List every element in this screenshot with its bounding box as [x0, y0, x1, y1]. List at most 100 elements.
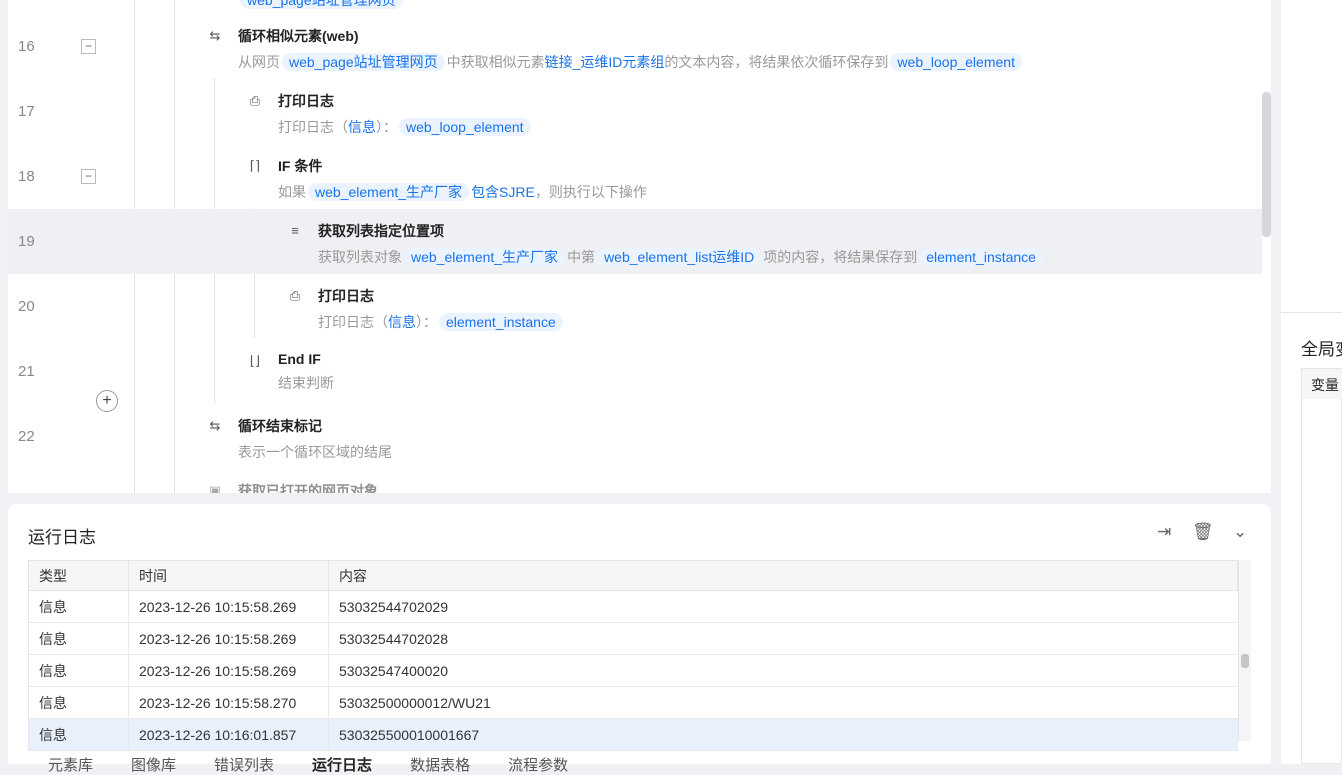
desc-text: 项的内容，将结果保存到 [763, 249, 918, 265]
step-title: 打印日志 [318, 288, 374, 304]
print-log-icon: ⎙ [249, 93, 261, 108]
highlight-text: 信息 [348, 119, 376, 135]
log-row[interactable]: 信息 2023-12-26 10:15:58.270 53032500000012/… [28, 686, 1238, 719]
flow-step-row[interactable]: 16 − ⇆ 循环相似元素(web) 从网页 web_page站址管理网页 中获取相似元素链… [8, 14, 1262, 79]
loop-end-icon: ⇆ [209, 418, 221, 433]
log-type: 信息 [28, 590, 129, 623]
web-page-icon: ▣ [208, 483, 222, 493]
log-time: 2023-12-26 10:15:58.269 [128, 590, 329, 623]
desc-text: 中获取相似元素 [446, 54, 545, 70]
print-log-icon: ⎙ [289, 288, 301, 303]
line-number: 19 [18, 233, 35, 250]
step-title: 获取列表指定位置项 [318, 223, 444, 239]
variable-pill[interactable]: web_loop_element [399, 118, 531, 136]
line-number: 21 [18, 363, 35, 380]
tab-3[interactable]: 运行日志 [312, 754, 372, 775]
desc-text: 的文本内容，将结果依次循环保存到 [664, 54, 889, 70]
collapse-button[interactable]: − [81, 39, 96, 54]
list-item-icon: ≡ [291, 223, 299, 238]
line-number: 16 [18, 38, 35, 55]
log-content: 53032544702029 [328, 590, 1238, 623]
log-type: 信息 [28, 622, 129, 655]
highlight-text: 包含SJRE [471, 184, 535, 200]
log-content: 53032547400020 [328, 654, 1238, 687]
flow-step-row[interactable]: 20 ⎙ 打印日志打印日志（信息）： element_instance [8, 274, 1262, 339]
collapse-button[interactable]: − [81, 169, 96, 184]
column-type: 类型 [28, 560, 129, 591]
partial-step: web_page站址管理网页 [238, 0, 405, 10]
tab-1[interactable]: 图像库 [131, 754, 176, 775]
column-time: 时间 [128, 560, 329, 591]
log-table: 类型 时间 内容 信息 2023-12-26 10:15:58.269 530325… [28, 560, 1238, 751]
desc-text: 获取列表对象 [318, 249, 402, 265]
export-icon[interactable]: ⇥ [1157, 522, 1171, 542]
desc-text: 表示一个循环区域的结尾 [238, 444, 392, 460]
line-number: 20 [18, 298, 35, 315]
step-description: 从网页 web_page站址管理网页 中获取相似元素链接_运维ID元素组的文本内容，… [238, 52, 1024, 72]
variable-pill[interactable]: web_element_list运维ID [597, 248, 762, 266]
flow-step-row[interactable]: 18 − ⌈⌉ IF 条件如果 web_element_生产厂家 包含SJRE，则执行以下… [8, 144, 1262, 209]
flow-step-row[interactable]: 22 ⇆ 循环结束标记表示一个循环区域的结尾 [8, 404, 1262, 469]
step-title: 循环结束标记 [238, 418, 322, 434]
tab-0[interactable]: 元素库 [48, 754, 93, 775]
global-variables-title: 全局变 [1301, 340, 1342, 359]
variable-pill[interactable]: element_instance [439, 313, 563, 331]
step-description: 表示一个循环区域的结尾 [238, 442, 392, 462]
column-content: 内容 [328, 560, 1238, 591]
log-scrollbar[interactable] [1238, 560, 1251, 741]
log-content: 53032500000012/WU21 [328, 686, 1238, 719]
if-condition-icon: ⌈⌉ [249, 158, 261, 173]
desc-text: 中第 [567, 249, 596, 265]
log-type: 信息 [28, 654, 129, 687]
run-log-panel: 运行日志 ⇥ 🗑 ⌄ 类型 时间 内容 信息 2023-12-26 10:15:5… [8, 504, 1271, 764]
log-time: 2023-12-26 10:15:58.269 [128, 654, 329, 687]
log-time: 2023-12-26 10:15:58.270 [128, 686, 329, 719]
chevron-down-icon[interactable]: ⌄ [1233, 522, 1247, 542]
variable-pill[interactable]: web_element_生产厂家 [404, 248, 566, 266]
desc-text: 打印日志（ [318, 314, 388, 330]
line-number: 22 [18, 428, 35, 445]
log-row[interactable]: 信息 2023-12-26 10:15:58.269 53032547400020 [28, 654, 1238, 687]
log-row[interactable]: 信息 2023-12-26 10:16:01.857 530325500010001… [28, 718, 1238, 751]
variable-name-header: 变量 [1302, 369, 1342, 399]
tab-5[interactable]: 流程参数 [508, 754, 568, 775]
desc-text: 从网页 [238, 54, 280, 70]
flow-step-row[interactable]: 17 ⎙ 打印日志 打印日志（信息）： web_loop_element [8, 79, 1262, 144]
variable-pill[interactable]: web_loop_element [890, 53, 1022, 71]
flow-scrollbar[interactable] [1262, 92, 1271, 237]
step-description: 获取列表对象 web_element_生产厂家 中第 web_element_list… [318, 247, 1045, 267]
add-step-button[interactable]: + [96, 390, 118, 412]
global-variables-panel: 全局变 变量 [1281, 0, 1342, 764]
log-row[interactable]: 信息 2023-12-26 10:15:58.269 53032544702028 [28, 622, 1238, 655]
log-content: 53032544702028 [328, 622, 1238, 655]
desc-text: ）： [416, 314, 437, 330]
desc-text: ）： [376, 119, 397, 135]
desc-text: 如果 [278, 184, 306, 200]
bottom-tabs: 元素库 图像库 错误列表 运行日志 数据表格 流程参数 [48, 754, 568, 775]
log-row[interactable]: 信息 2023-12-26 10:15:58.269 53032544702029 [28, 590, 1238, 623]
flow-editor: web_page站址管理网页 16− ⇆ 循环相似元素(web) 从网页 web_pag… [8, 0, 1271, 493]
variable-pill[interactable]: web_page站址管理网页 [282, 53, 445, 71]
log-type: 信息 [28, 718, 129, 751]
flow-step-row[interactable]: 19 ≡ 获取列表指定位置项 获取列表对象 web_element_生产厂家 中第 web_… [8, 209, 1262, 274]
step-description: 如果 web_element_生产厂家 包含SJRE，则执行以下操作 [278, 182, 647, 202]
step-description: 打印日志（信息）： element_instance [318, 312, 565, 332]
tab-4[interactable]: 数据表格 [410, 754, 470, 775]
tab-2[interactable]: 错误列表 [214, 754, 274, 775]
desc-text: ，则执行以下操作 [534, 184, 647, 200]
flow-step-row[interactable]: 21 ⌊⌋ End IF 结束判断 [8, 339, 1262, 404]
step-title: End IF [278, 351, 321, 367]
step-description: 打印日志（信息）： web_loop_element [278, 117, 533, 137]
flow-step-row[interactable]: 23▣获取已打开的网页对象 [8, 469, 1262, 493]
variable-pill[interactable]: element_instance [919, 248, 1043, 266]
step-description: 结束判断 [278, 373, 334, 393]
step-title: IF 条件 [278, 158, 323, 174]
variable-pill[interactable]: web_element_生产厂家 [308, 183, 470, 201]
log-time: 2023-12-26 10:16:01.857 [128, 718, 329, 751]
step-title: 打印日志 [278, 93, 334, 109]
line-number: 18 [18, 168, 35, 185]
run-log-title: 运行日志 [28, 528, 96, 547]
desc-text: 打印日志（ [278, 119, 348, 135]
step-title: 循环相似元素(web) [238, 28, 359, 44]
trash-icon[interactable]: 🗑 [1192, 522, 1214, 542]
